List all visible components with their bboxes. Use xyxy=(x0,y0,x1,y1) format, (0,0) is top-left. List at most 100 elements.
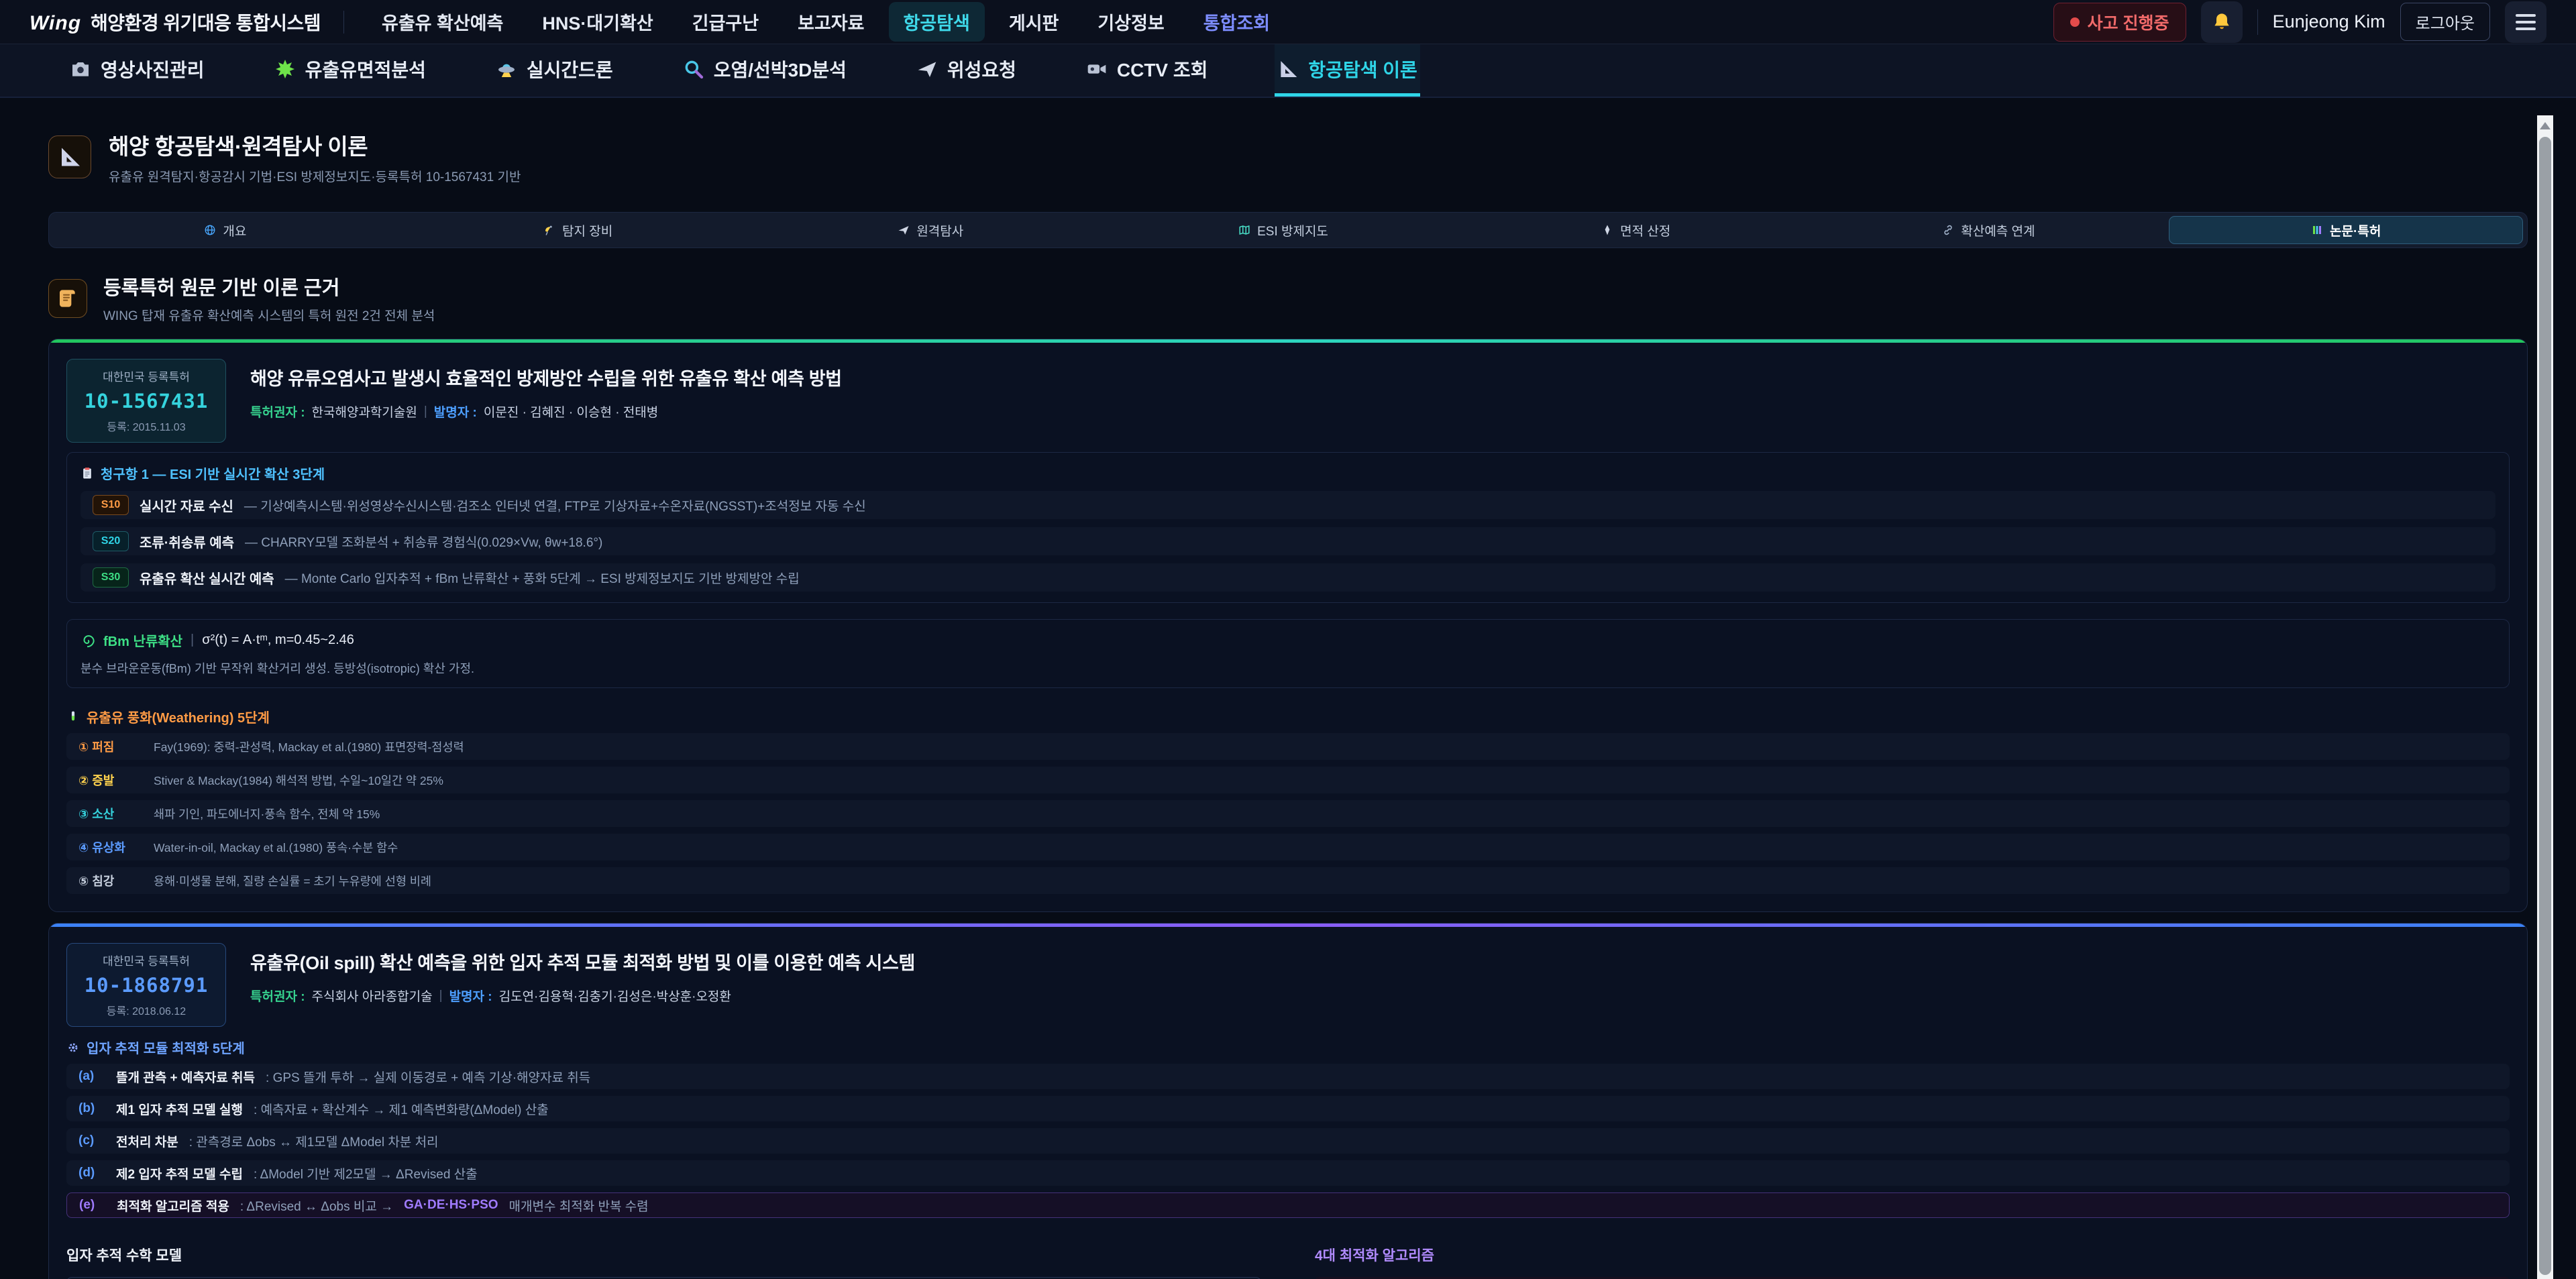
meta-separator: | xyxy=(439,989,443,1003)
nav-aerial-search[interactable]: 항공탐색 xyxy=(889,2,985,42)
algorithms-panel: 4대 최적화 알고리즘 GA : 유전 알고리즘 — 변이·교배 진화 DE :… xyxy=(1315,1245,2510,1279)
subnav-oil-area-analysis[interactable]: 유출유면적분석 xyxy=(272,44,429,97)
step-label: 뜰개 관측 + 예측자료 취득 xyxy=(116,1068,255,1086)
step-label: 최적화 알고리즘 적용 xyxy=(117,1197,229,1215)
scroll-up-arrow-icon[interactable] xyxy=(2540,122,2551,129)
subnav-cctv-view[interactable]: CCTV 조회 xyxy=(1083,44,1211,97)
camera-icon xyxy=(70,58,91,80)
notification-button[interactable] xyxy=(2201,1,2243,43)
tab-label: 확산예측 연계 xyxy=(1961,221,2035,239)
step-desc: — 기상예측시스템·위성영상수신시스템·검조소 인터넷 연결, FTP로 기상자… xyxy=(244,496,866,514)
inventor-label: 발명자 : xyxy=(449,987,492,1005)
weathering-row: ④ 유상화 Water-in-oil, Mackay et al.(1980) … xyxy=(66,834,2510,860)
bottom-panels: 입자 추적 수학 모델 제1모델: Modelₓ = curᵤ·Δt + c·w… xyxy=(66,1245,2510,1279)
hamburger-menu-button[interactable] xyxy=(2505,1,2546,43)
holder-label: 특허권자 : xyxy=(250,987,305,1005)
incident-status-label: 사고 진행중 xyxy=(2088,10,2169,34)
tab-papers-patents[interactable]: 논문·특허 xyxy=(2169,216,2523,244)
inventors-value: 이문진 · 김혜진 · 이승현 · 전태병 xyxy=(484,402,658,421)
page-subtitle: 유출유 원격탐지·항공감시 기법·ESI 방제정보지도·등록특허 10-1567… xyxy=(109,167,521,185)
claim-step-row: S10 실시간 자료 수신 — 기상예측시스템·위성영상수신시스템·검조소 인터… xyxy=(80,491,2496,519)
weathering-row: ② 증발 Stiver & Mackay(1984) 해석적 방법, 수일~10… xyxy=(66,767,2510,793)
patent1-header: 대한민국 등록특허 10-1567431 등록: 2015.11.03 해양 유… xyxy=(66,359,2510,443)
step-desc: : GPS 뜰개 투하 → 실제 이동경로 + 예측 기상·해양자료 취득 xyxy=(266,1068,590,1086)
algorithms-highlight: GA·DE·HS·PSO xyxy=(404,1198,498,1213)
tab-overview[interactable]: 개요 xyxy=(49,213,402,247)
tab-remote-sensing[interactable]: 원격탐사 xyxy=(754,213,1107,247)
subnav-satellite-request[interactable]: 위성요청 xyxy=(914,44,1019,97)
pen-nib-icon xyxy=(1601,224,1613,236)
step-badge: S10 xyxy=(93,495,129,515)
step-label: 조류·취송류 예측 xyxy=(140,532,234,551)
patent1-title: 해양 유류오염사고 발생시 효율적인 방제방안 수립을 위한 유출유 확산 예측… xyxy=(250,364,842,390)
nav-emergency-rescue[interactable]: 긴급구난 xyxy=(678,2,773,42)
step-badge: S30 xyxy=(93,567,129,588)
subnav-pollution-ship-3d[interactable]: 오염/선박3D분석 xyxy=(680,44,849,97)
ufo-icon xyxy=(496,58,517,80)
tab-area-calculation[interactable]: 면적 산정 xyxy=(1460,213,1813,247)
patent-number: 10-1567431 xyxy=(85,390,209,412)
weathering-label: ③ 소산 xyxy=(78,805,143,822)
tab-diffusion-link[interactable]: 확산예측 연계 xyxy=(1813,213,2165,247)
patent-number: 10-1868791 xyxy=(85,974,209,997)
weathering-desc: Stiver & Mackay(1984) 해석적 방법, 수일~10일간 약 … xyxy=(154,772,443,789)
optimization-row: (d) 제2 입자 추적 모델 수립 : ΔModel 기반 제2모델 → ΔR… xyxy=(66,1160,2510,1186)
tab-label: 면적 산정 xyxy=(1620,221,1670,239)
tab-label: 원격탐사 xyxy=(916,221,963,239)
weathering-row: ③ 소산 쇄파 기인, 파도에너지·풍속 함수, 전체 약 15% xyxy=(66,800,2510,827)
tab-label: 탐지 장비 xyxy=(562,221,612,239)
patent-card-1: 대한민국 등록특허 10-1567431 등록: 2015.11.03 해양 유… xyxy=(48,339,2528,912)
fbm-desc: 분수 브라운운동(fBm) 기반 무작위 확산거리 생성. 등방성(isotro… xyxy=(80,659,2496,677)
patent2-meta: 특허권자 : 주식회사 아라종합기술 | 발명자 : 김도연·김용혁·김충기·김… xyxy=(250,987,915,1005)
optimization-row: (b) 제1 입자 추적 모델 실행 : 예측자료 + 확산계수 → 제1 예측… xyxy=(66,1096,2510,1121)
step-label: 제1 입자 추적 모델 실행 xyxy=(116,1100,243,1118)
math-model-title: 입자 추적 수학 모델 xyxy=(66,1245,1261,1265)
step-key: (b) xyxy=(78,1101,105,1116)
subnav-aerial-search-theory[interactable]: 항공탐색 이론 xyxy=(1275,44,1419,97)
top-right-controls: 사고 진행중 Eunjeong Kim 로그아웃 xyxy=(2053,1,2546,43)
optimization-row-highlight: (e) 최적화 알고리즘 적용 : ΔRevised ↔ Δobs 비교 → G… xyxy=(66,1192,2510,1218)
tab-label: 개요 xyxy=(223,221,246,239)
weathering-label: ④ 유상화 xyxy=(78,838,143,856)
nav-spill-forecast[interactable]: 유출유 확산예측 xyxy=(367,2,518,42)
step-label: 실시간 자료 수신 xyxy=(140,496,233,515)
tab-detection-equipment[interactable]: 탐지 장비 xyxy=(402,213,755,247)
vertical-scrollbar[interactable] xyxy=(2537,115,2553,1279)
app-logo[interactable]: Wing 해양환경 위기대응 통합시스템 xyxy=(30,9,321,36)
test-tube-icon xyxy=(66,710,80,724)
nav-weather-info[interactable]: 기상정보 xyxy=(1083,2,1179,42)
scrollbar-thumb[interactable] xyxy=(2539,137,2551,1275)
main-menu: 유출유 확산예측 HNS·대기확산 긴급구난 보고자료 항공탐색 게시판 기상정… xyxy=(367,2,1285,42)
divider xyxy=(2257,9,2258,35)
step-label: 유출유 확산 실시간 예측 xyxy=(140,568,274,588)
claims-header: 청구항 1 — ESI 기반 실시간 확산 3단계 xyxy=(80,463,2496,483)
patent2-number-badge: 대한민국 등록특허 10-1868791 등록: 2018.06.12 xyxy=(66,943,226,1027)
step-desc: — CHARRY모델 조화분석 + 취송류 경험식(0.029×Vw, θw+1… xyxy=(245,533,602,551)
claims-panel: 청구항 1 — ESI 기반 실시간 확산 3단계 S10 실시간 자료 수신 … xyxy=(66,452,2510,603)
scroll-icon xyxy=(57,288,78,309)
sub-navigation-bar: 영상사진관리 유출유면적분석 실시간드론 오염/선박3D분석 위성요청 CCTV… xyxy=(0,44,2576,98)
bell-icon xyxy=(2211,11,2233,33)
subnav-photo-management[interactable]: 영상사진관리 xyxy=(67,44,207,97)
subnav-realtime-drone[interactable]: 실시간드론 xyxy=(493,44,616,97)
algorithms-title: 4대 최적화 알고리즘 xyxy=(1315,1245,2510,1265)
nav-board[interactable]: 게시판 xyxy=(994,2,1074,42)
subnav-label: 위성요청 xyxy=(947,56,1016,82)
step-key: (c) xyxy=(78,1133,105,1148)
section-icon-box xyxy=(48,279,87,318)
weathering-desc: Fay(1969): 중력-관성력, Mackay et al.(1980) 표… xyxy=(154,738,464,755)
step-desc: — Monte Carlo 입자추적 + fBm 난류확산 + 풍화 5단계 →… xyxy=(285,569,800,587)
patent2-title: 유출유(Oil spill) 확산 예측을 위한 입자 추적 모듈 최적화 방법… xyxy=(250,948,915,975)
weathering-section: 유출유 풍화(Weathering) 5단계 ① 퍼짐 Fay(1969): 중… xyxy=(66,707,2510,894)
nav-hns-air-diffusion[interactable]: HNS·대기확산 xyxy=(527,2,667,42)
tab-esi-map[interactable]: ESI 방제지도 xyxy=(1107,213,1460,247)
holder-value: 한국해양과학기술원 xyxy=(312,402,417,421)
step-key: (d) xyxy=(78,1166,105,1180)
page-title: 해양 항공탐색·원격탐사 이론 xyxy=(109,129,521,161)
subnav-label: 항공탐색 이론 xyxy=(1308,56,1417,82)
logout-button[interactable]: 로그아웃 xyxy=(2400,3,2490,41)
inventor-label: 발명자 : xyxy=(434,402,477,421)
nav-report-data[interactable]: 보고자료 xyxy=(783,2,879,42)
step-badge: S20 xyxy=(93,531,129,551)
nav-integrated-search[interactable]: 통합조회 xyxy=(1189,2,1285,42)
